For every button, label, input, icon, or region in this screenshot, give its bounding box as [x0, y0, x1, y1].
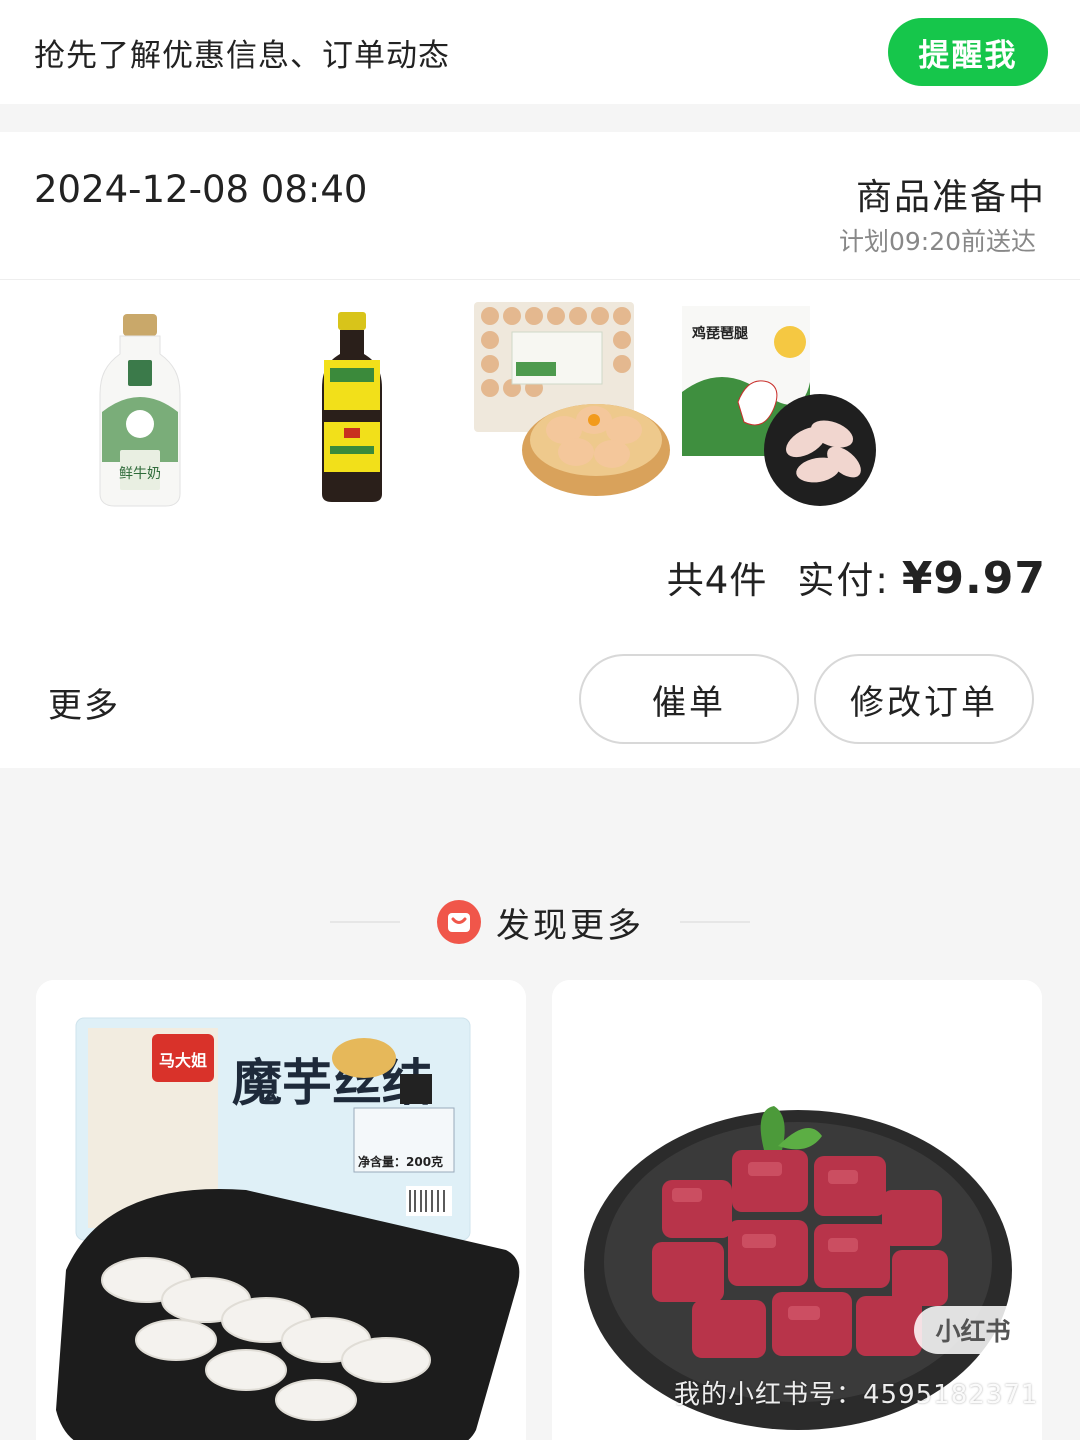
order-header: 2024-12-08 08:40 商品准备中 计划09:20前送达 [0, 132, 1080, 280]
divider-left [330, 921, 400, 923]
product-thumb-milk[interactable]: 鲜牛奶 [40, 302, 240, 512]
order-summary: 共4件 实付: ¥9.97 [667, 550, 1046, 604]
order-card[interactable]: 2024-12-08 08:40 商品准备中 计划09:20前送达 鲜牛奶 鸡琵… [0, 132, 1080, 768]
watermark-badge: 小红书 [914, 1306, 1032, 1354]
chicken-label: 鸡琵琶腿 [691, 325, 748, 342]
konjac-brand: 马大姐 [159, 1051, 207, 1070]
konjac-package-image: 马大姐 魔芋丝结 净含量：200克 [36, 980, 526, 1440]
sauce-bottle-icon [322, 312, 382, 502]
milk-label: 鲜牛奶 [119, 466, 161, 482]
remind-me-button[interactable]: 提醒我 [888, 18, 1048, 86]
divider-right [680, 921, 750, 923]
beef-cubes-image [552, 980, 1042, 1440]
discover-header: 发现更多 [0, 890, 1080, 954]
order-status: 商品准备中 [855, 177, 1046, 218]
paid-label: 实付: [797, 559, 890, 602]
delivery-plan: 计划09:20前送达 [838, 227, 1036, 256]
notify-bar: 抢先了解优惠信息、订单动态 提醒我 [0, 0, 1080, 104]
product-thumb-chicken[interactable]: 鸡琵琶腿 [680, 302, 880, 512]
urge-order-button[interactable]: 催单 [579, 654, 799, 744]
product-card-beef[interactable] [552, 980, 1042, 1440]
product-thumbnails[interactable]: 鲜牛奶 鸡琵琶腿 [40, 302, 880, 512]
shopping-bag-icon [437, 900, 481, 944]
item-count: 共4件 [666, 559, 768, 602]
order-page: 抢先了解优惠信息、订单动态 提醒我 2024-12-08 08:40 商品准备中… [0, 0, 1080, 1440]
notify-text: 抢先了解优惠信息、订单动态 [34, 37, 450, 74]
discover-title: 发现更多 [496, 905, 644, 946]
product-thumb-sauce[interactable] [252, 302, 452, 512]
paid-amount: ¥9.97 [901, 553, 1046, 604]
modify-order-button[interactable]: 修改订单 [814, 654, 1034, 744]
order-time: 2024-12-08 08:40 [34, 168, 368, 211]
product-card-konjac[interactable]: 马大姐 魔芋丝结 净含量：200克 [36, 980, 526, 1440]
konjac-net-weight: 净含量：200克 [358, 1154, 443, 1169]
more-link[interactable]: 更多 [48, 678, 120, 727]
milk-bottle-icon: 鲜牛奶 [99, 314, 181, 507]
watermark-text: 我的小红书号：4595182371 [674, 1380, 1039, 1410]
egg-tray-icon [474, 302, 670, 496]
chicken-drumstick-icon: 鸡琵琶腿 [682, 306, 876, 506]
product-thumb-eggs[interactable] [472, 302, 672, 512]
